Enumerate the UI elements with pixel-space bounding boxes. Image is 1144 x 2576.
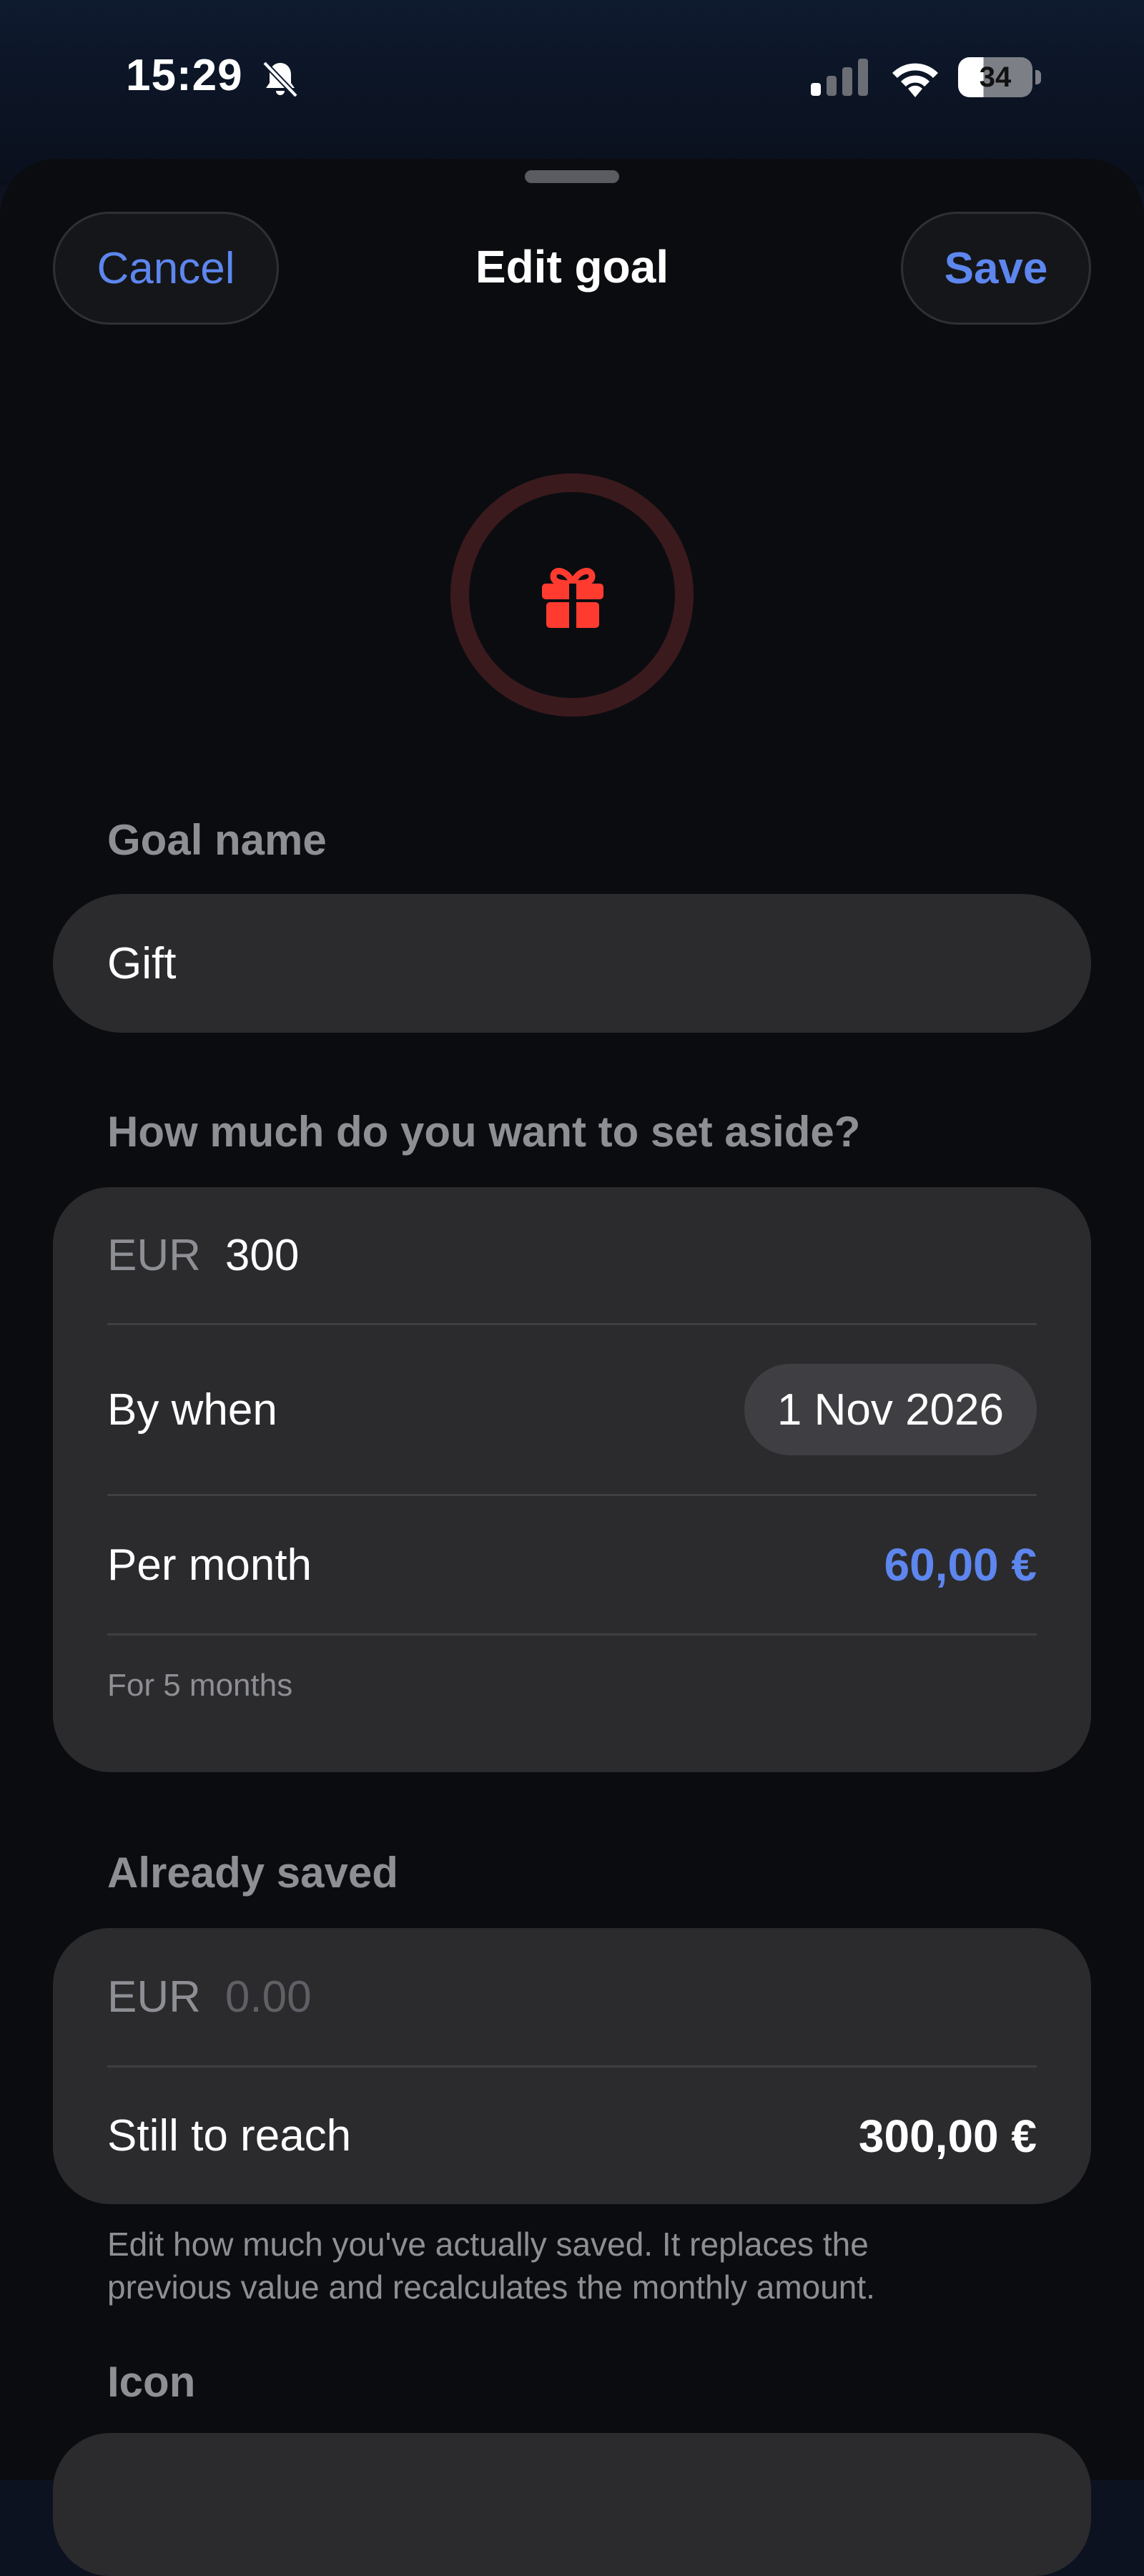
icon-picker-card[interactable] [53,2433,1091,2576]
target-amount-input[interactable]: EUR 300 [107,1187,1037,1323]
already-saved-card: EUR 0.00 Still to reach 300,00 € [53,1928,1091,2204]
page-title: Edit goal [475,241,669,292]
status-bar: 15:29 34 [0,0,1144,150]
cellular-signal-icon [811,59,868,96]
already-saved-label: Already saved [107,1849,398,1897]
battery-icon: 34 [958,57,1041,97]
target-amount-card: EUR 300 By when 1 Nov 2026 Per month 60,… [53,1187,1091,1772]
battery-level: 34 [979,62,1012,93]
currency-code: EUR [107,1972,201,2022]
per-month-row: Per month 60,00 € [107,1496,1037,1633]
per-month-value: 60,00 € [884,1539,1037,1591]
status-time: 15:29 [126,51,243,100]
by-when-label: By when [107,1385,277,1435]
still-to-reach-value: 300,00 € [858,2110,1037,2162]
sheet-grabber[interactable] [525,170,619,183]
still-to-reach-row: Still to reach 300,00 € [107,2068,1037,2204]
duration-note-row: For 5 months [107,1636,1037,1736]
goal-name-input[interactable]: Gift [53,894,1091,1033]
helper-line: previous value and recalculates the mont… [107,2268,875,2306]
already-saved-helper-text: Edit how much you've actually saved. It … [107,2223,1037,2309]
already-saved-input[interactable]: EUR 0.00 [107,1928,1037,2065]
per-month-label: Per month [107,1540,312,1590]
helper-line: Edit how much you've actually saved. It … [107,2226,869,2263]
by-when-row: By when 1 Nov 2026 [107,1325,1037,1494]
target-amount-label: How much do you want to set aside? [107,1108,861,1156]
still-to-reach-label: Still to reach [107,2111,352,2160]
goal-name-value: Gift [107,938,177,988]
currency-code: EUR [107,1230,201,1280]
duration-note: For 5 months [107,1668,293,1703]
goal-name-label: Goal name [107,816,327,864]
gift-icon [542,568,603,628]
icon-section-label: Icon [107,2358,196,2406]
already-saved-placeholder: 0.00 [225,1972,312,2022]
target-amount-value: 300 [225,1230,300,1280]
wifi-icon [892,63,938,97]
save-button[interactable]: Save [901,212,1091,325]
date-picker-button[interactable]: 1 Nov 2026 [744,1364,1037,1455]
bell-slash-icon [262,61,298,98]
cancel-button[interactable]: Cancel [53,212,279,325]
